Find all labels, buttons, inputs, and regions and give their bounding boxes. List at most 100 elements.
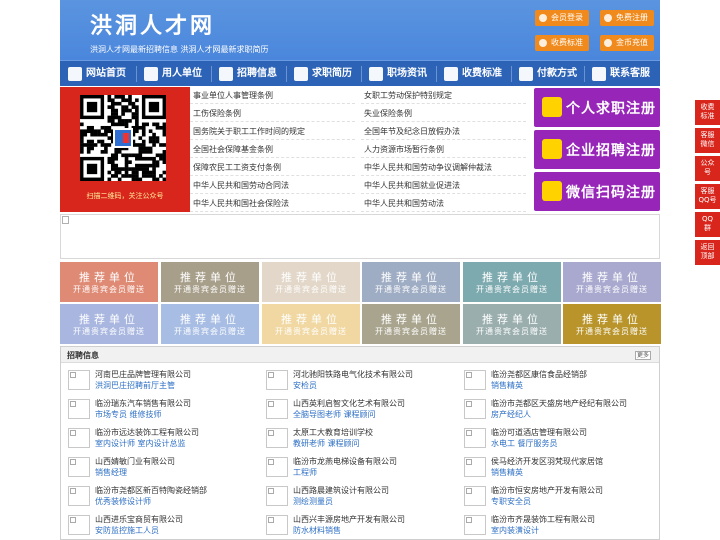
regulation-link[interactable]: 国务院关于职工工作时间的规定 xyxy=(193,126,305,137)
job-listing[interactable]: 临汾市尧都区天盛房地产经纪有限公司 房产经纪人 xyxy=(459,397,655,419)
regulation-link[interactable]: 中华人民共和国就业促进法 xyxy=(364,180,460,191)
company-name[interactable]: 临汾可道酒店管理有限公司 xyxy=(491,427,587,438)
personal-register-button[interactable]: 个人求职注册 xyxy=(534,88,660,127)
wechat-register-button[interactable]: 微信扫码注册 xyxy=(534,172,660,211)
regulation-link[interactable]: 全国年节及纪念日放假办法 xyxy=(364,126,460,137)
company-name[interactable]: 侯马经济开发区羽梵现代家居馆 xyxy=(491,456,603,467)
pricing-button[interactable]: 收费标准 xyxy=(535,35,589,51)
coin-recharge-button[interactable]: 金币充值 xyxy=(600,35,654,51)
job-positions[interactable]: 教研老师 课程顾问 xyxy=(293,438,360,449)
job-listing[interactable]: 临汾市远达装饰工程有限公司 室内设计师 室内设计总监 xyxy=(63,426,259,448)
job-positions[interactable]: 安检员 xyxy=(293,380,317,391)
free-register-button[interactable]: 免费注册 xyxy=(600,10,654,26)
recommended-company-slot[interactable]: 推荐单位 开通贵宾会员赠送 xyxy=(60,262,158,302)
job-listing[interactable]: 临汾可道酒店管理有限公司 水电工 餐厅服务员 xyxy=(459,426,655,448)
company-name[interactable]: 山西路晨建筑设计有限公司 xyxy=(293,485,389,496)
recommended-company-slot[interactable]: 推荐单位 开通贵宾会员赠送 xyxy=(161,304,259,344)
back-to-top-button[interactable]: 返回 顶部 xyxy=(695,240,720,265)
nav-item-6[interactable]: 付款方式 xyxy=(515,61,577,87)
company-name[interactable]: 临汾市尧都区新百特陶瓷经销部 xyxy=(95,485,207,496)
company-name[interactable]: 河南巴庄品牌管理有限公司 xyxy=(95,369,191,380)
float-pricing-button[interactable]: 收费 标准 xyxy=(695,100,720,125)
site-title[interactable]: 洪洞人才网 xyxy=(90,8,215,40)
ad-banner[interactable] xyxy=(60,214,660,259)
float-official-account-button[interactable]: 公众 号 xyxy=(695,156,720,181)
company-register-button[interactable]: 企业招聘注册 xyxy=(534,130,660,169)
nav-item-4[interactable]: 职场资讯 xyxy=(365,61,427,87)
recommended-company-slot[interactable]: 推荐单位 开通贵宾会员赠送 xyxy=(563,304,661,344)
company-name[interactable]: 河北驰阳铁路电气化技术有限公司 xyxy=(293,369,413,380)
regulation-link[interactable]: 失业保险条例 xyxy=(364,108,412,119)
company-name[interactable]: 临汾市恒安房地产开发有限公司 xyxy=(491,485,603,496)
job-positions[interactable]: 销售精英 xyxy=(491,380,523,391)
job-listing[interactable]: 临汾市尧都区新百特陶瓷经销部 优秀装修设计师 xyxy=(63,484,259,506)
nav-item-1[interactable]: 用人单位 xyxy=(140,61,202,87)
company-name[interactable]: 山西兴丰源房地产开发有限公司 xyxy=(293,514,405,525)
company-name[interactable]: 临汾市远达装饰工程有限公司 xyxy=(95,427,199,438)
job-positions[interactable]: 安防监控施工人员 xyxy=(95,525,159,536)
job-listing[interactable]: 河北驰阳铁路电气化技术有限公司 安检员 xyxy=(261,368,457,390)
regulation-link[interactable]: 人力资源市场暂行条例 xyxy=(364,144,444,155)
recommended-company-slot[interactable]: 推荐单位 开通贵宾会员赠送 xyxy=(60,304,158,344)
recommended-company-slot[interactable]: 推荐单位 开通贵宾会员赠送 xyxy=(362,262,460,302)
regulation-link[interactable]: 工伤保险条例 xyxy=(193,108,241,119)
job-positions[interactable]: 工程师 xyxy=(293,467,317,478)
nav-item-7[interactable]: 联系客服 xyxy=(588,61,650,87)
company-name[interactable]: 临汾市尧都区天盛房地产经纪有限公司 xyxy=(491,398,627,409)
job-positions[interactable]: 水电工 餐厅服务员 xyxy=(491,438,558,449)
regulation-link[interactable]: 中华人民共和国社会保险法 xyxy=(193,198,289,209)
member-login-button[interactable]: 会员登录 xyxy=(535,10,589,26)
nav-item-3[interactable]: 求职简历 xyxy=(290,61,352,87)
nav-item-5[interactable]: 收费标准 xyxy=(440,61,502,87)
regulation-link[interactable]: 中华人民共和国劳动法 xyxy=(364,198,444,209)
job-positions[interactable]: 销售精英 xyxy=(491,467,523,478)
job-listing[interactable]: 临汾市龙燕电梯设备有限公司 工程师 xyxy=(261,455,457,477)
recommended-company-slot[interactable]: 推荐单位 开通贵宾会员赠送 xyxy=(563,262,661,302)
site-subtitle[interactable]: 洪洞人才网最新招聘信息 洪洞人才网最新求职简历 xyxy=(90,44,269,55)
job-positions[interactable]: 市场专员 维修技师 xyxy=(95,409,162,420)
job-listing[interactable]: 山西婧敏门业有限公司 销售经理 xyxy=(63,455,259,477)
job-positions[interactable]: 测绘测量员 xyxy=(293,496,333,507)
company-name[interactable]: 临汾市齐晟装饰工程有限公司 xyxy=(491,514,595,525)
job-listing[interactable]: 山西进乐宝商贸有限公司 安防监控施工人员 xyxy=(63,513,259,535)
job-positions[interactable]: 优秀装修设计师 xyxy=(95,496,151,507)
company-name[interactable]: 临汾尧都区康信食品经销部 xyxy=(491,369,587,380)
job-positions[interactable]: 室内设计师 室内设计总监 xyxy=(95,438,186,449)
recommended-company-slot[interactable]: 推荐单位 开通贵宾会员赠送 xyxy=(362,304,460,344)
company-name[interactable]: 临汾市龙燕电梯设备有限公司 xyxy=(293,456,397,467)
company-name[interactable]: 太原工大教育培训学校 xyxy=(293,427,373,438)
job-positions[interactable]: 房产经纪人 xyxy=(491,409,531,420)
float-qq-button[interactable]: 客服 QQ号 xyxy=(695,184,720,209)
company-name[interactable]: 山西进乐宝商贸有限公司 xyxy=(95,514,183,525)
regulation-link[interactable]: 全国社会保障基金条例 xyxy=(193,144,273,155)
job-listing[interactable]: 山西英利启智文化艺术有限公司 全脑导图老师 课程顾问 xyxy=(261,397,457,419)
more-jobs-link[interactable]: 更多 xyxy=(635,351,651,360)
regulation-link[interactable]: 保障农民工工资支付条例 xyxy=(193,162,281,173)
job-positions[interactable]: 室内装潢设计 xyxy=(491,525,539,536)
company-name[interactable]: 临汾瑞东汽车销售有限公司 xyxy=(95,398,191,409)
job-listing[interactable]: 临汾尧都区康信食品经销部 销售精英 xyxy=(459,368,655,390)
job-listing[interactable]: 侯马经济开发区羽梵现代家居馆 销售精英 xyxy=(459,455,655,477)
job-listing[interactable]: 临汾市恒安房地产开发有限公司 专职安全员 xyxy=(459,484,655,506)
company-name[interactable]: 山西英利启智文化艺术有限公司 xyxy=(293,398,405,409)
job-listing[interactable]: 临汾市齐晟装饰工程有限公司 室内装潢设计 xyxy=(459,513,655,535)
recommended-company-slot[interactable]: 推荐单位 开通贵宾会员赠送 xyxy=(161,262,259,302)
recommended-company-slot[interactable]: 推荐单位 开通贵宾会员赠送 xyxy=(463,262,561,302)
regulation-link[interactable]: 事业单位人事管理条例 xyxy=(193,90,273,101)
float-qq-group-button[interactable]: QQ 群 xyxy=(695,212,720,237)
recommended-company-slot[interactable]: 推荐单位 开通贵宾会员赠送 xyxy=(262,262,360,302)
recommended-company-slot[interactable]: 推荐单位 开通贵宾会员赠送 xyxy=(262,304,360,344)
recommended-company-slot[interactable]: 推荐单位 开通贵宾会员赠送 xyxy=(463,304,561,344)
job-listing[interactable]: 临汾瑞东汽车销售有限公司 市场专员 维修技师 xyxy=(63,397,259,419)
regulation-link[interactable]: 中华人民共和国劳动合同法 xyxy=(193,180,289,191)
regulation-link[interactable]: 女职工劳动保护特别规定 xyxy=(364,90,452,101)
float-wechat-button[interactable]: 客服 微信 xyxy=(695,128,720,153)
job-positions[interactable]: 销售经理 xyxy=(95,467,127,478)
job-listing[interactable]: 河南巴庄品牌管理有限公司 洪洞巴庄招聘前厅主管 xyxy=(63,368,259,390)
job-positions[interactable]: 洪洞巴庄招聘前厅主管 xyxy=(95,380,175,391)
nav-item-0[interactable]: 网站首页 xyxy=(64,61,126,87)
job-positions[interactable]: 防水材料销售 xyxy=(293,525,341,536)
job-listing[interactable]: 山西路晨建筑设计有限公司 测绘测量员 xyxy=(261,484,457,506)
regulation-link[interactable]: 中华人民共和国劳动争议调解仲裁法 xyxy=(364,162,492,173)
job-listing[interactable]: 山西兴丰源房地产开发有限公司 防水材料销售 xyxy=(261,513,457,535)
